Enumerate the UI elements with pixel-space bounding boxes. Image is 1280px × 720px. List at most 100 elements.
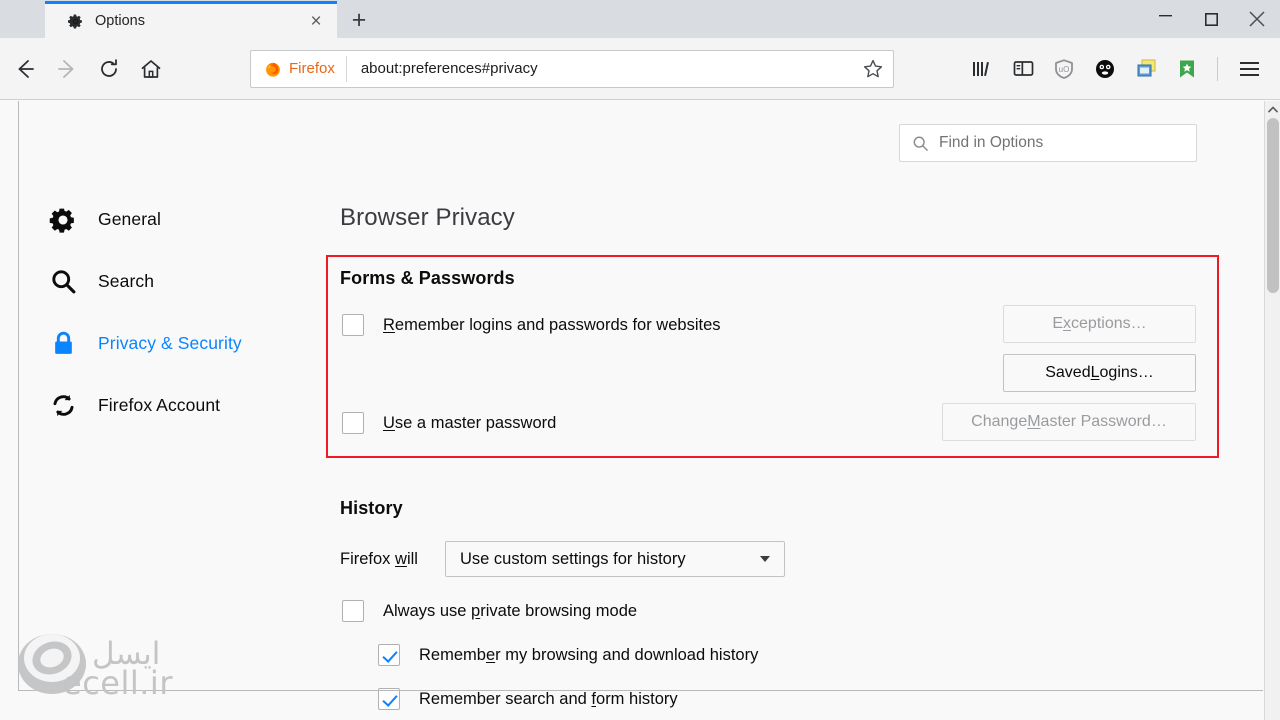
label-post: r my browsing and download history (495, 645, 759, 664)
sidebar-item-label: Firefox Account (98, 395, 221, 415)
back-button[interactable] (4, 48, 46, 90)
saved-logins-button[interactable]: Saved Logins… (1003, 354, 1196, 392)
firefox-window: Options × + Firefox about:preferences#pr… (0, 0, 1280, 720)
privacy-badger-icon[interactable] (1089, 53, 1121, 85)
preferences-sidebar: General Search Privacy & Security Firefo… (47, 197, 297, 445)
checkbox-remember-browsing-history[interactable]: Remember my browsing and download histor… (378, 644, 758, 666)
btn-pre: Saved (1045, 364, 1091, 381)
checkbox-label: Use a master password (383, 414, 556, 433)
checkbox-label: Remember search and form history (419, 690, 678, 709)
accesskey-char: w (395, 550, 407, 568)
minimize-button[interactable] (1142, 0, 1188, 38)
checkbox-box[interactable] (342, 600, 364, 622)
chevron-up-icon (1268, 106, 1278, 113)
menu-line-1 (1239, 61, 1259, 64)
accesskey-char: L (1090, 364, 1100, 381)
checkbox-label: Always use private browsing mode (383, 602, 637, 621)
identity-label: Firefox (289, 60, 335, 77)
history-heading: History (340, 498, 403, 518)
screenshot-icon[interactable] (1130, 53, 1162, 85)
new-tab-button[interactable]: + (339, 5, 379, 35)
accesskey-char: R (383, 315, 395, 334)
window-controls (1142, 0, 1280, 38)
window-close-button[interactable] (1234, 0, 1280, 38)
library-icon[interactable] (966, 53, 998, 85)
change-master-password-button[interactable]: Change Master Password… (942, 403, 1196, 441)
find-in-options-search[interactable] (899, 124, 1197, 162)
sidebar-item-label: Privacy & Security (98, 333, 242, 353)
screenshot-capture-icon (1137, 59, 1155, 77)
checkbox-remember-search-form-history[interactable]: Remember search and form history (378, 688, 678, 710)
scroll-up-button[interactable] (1265, 101, 1280, 118)
sidebar-item-general[interactable]: General (47, 197, 297, 242)
scrollbar-thumb[interactable] (1267, 118, 1279, 293)
url-text[interactable]: about:preferences#privacy (347, 60, 861, 77)
checkbox-label: Remember my browsing and download histor… (419, 646, 758, 665)
search-icon (47, 266, 79, 298)
forms-passwords-heading: Forms & Passwords (340, 268, 515, 288)
content-scrollbar[interactable] (1264, 101, 1280, 720)
close-icon[interactable]: × (303, 8, 329, 34)
forward-button[interactable] (46, 48, 88, 90)
maximize-button[interactable] (1188, 0, 1234, 38)
btn-post: ogins… (1099, 364, 1154, 381)
shield-icon: uO (1055, 58, 1073, 79)
accesskey-char: e (485, 645, 496, 664)
url-bar[interactable]: Firefox about:preferences#privacy (250, 49, 894, 88)
checkbox-box[interactable] (378, 688, 400, 710)
dropdown-selected-value: Use custom settings for history (460, 549, 686, 568)
label-rest: se a master password (394, 413, 557, 432)
svg-text:uO: uO (1059, 65, 1070, 74)
library-books-icon (973, 61, 989, 76)
badger-face-icon (1096, 59, 1114, 78)
sidebar-item-privacy-security[interactable]: Privacy & Security (47, 321, 297, 366)
tab-options[interactable]: Options × (45, 1, 337, 38)
window-frame-bottom-line (18, 690, 1263, 691)
checkbox-box[interactable] (342, 412, 364, 434)
menu-button[interactable] (1232, 53, 1266, 85)
sidebar-icon[interactable] (1007, 53, 1039, 85)
exceptions-button[interactable]: Ex ceptions… (1003, 305, 1196, 343)
history-mode-dropdown[interactable]: Use custom settings for history (445, 541, 785, 577)
checkbox-box[interactable] (378, 644, 400, 666)
checkbox-use-master-password[interactable]: Use a master password (342, 412, 556, 434)
label-post: rivate browsing mode (480, 601, 638, 620)
accesskey-char: p (471, 601, 481, 620)
reload-button[interactable] (88, 48, 130, 90)
gear-icon (47, 204, 79, 236)
gear-icon (67, 14, 82, 28)
sidebar-item-search[interactable]: Search (47, 259, 297, 304)
sidebar-item-firefox-account[interactable]: Firefox Account (47, 383, 297, 428)
label-pre: Remember search and (419, 689, 592, 708)
bookmark-star-icon[interactable] (861, 57, 885, 81)
back-arrow-icon (18, 59, 34, 78)
lock-icon (47, 328, 79, 360)
home-icon (141, 59, 161, 78)
checkbox-box[interactable] (342, 314, 364, 336)
accesskey-char: x (1063, 315, 1072, 332)
btn-post: ceptions… (1071, 315, 1147, 332)
home-button[interactable] (130, 48, 172, 90)
menu-line-2 (1239, 67, 1259, 70)
label-pre: Always use (383, 601, 472, 620)
gear-glyph (49, 208, 74, 233)
maximize-icon (1204, 12, 1218, 26)
sidebar-panel-icon (1013, 61, 1033, 76)
bookmark-ribbon-icon[interactable] (1171, 53, 1203, 85)
preferences-content: General Search Privacy (0, 101, 1268, 720)
checkbox-always-private-browsing[interactable]: Always use private browsing mode (342, 600, 637, 622)
tabbar-left-padding (0, 0, 45, 38)
search-input[interactable] (939, 134, 1196, 152)
magnifier-glyph (51, 270, 75, 294)
identity-box[interactable]: Firefox (251, 55, 347, 82)
checkbox-remember-logins[interactable]: Remember logins and passwords for websit… (342, 314, 721, 336)
chevron-down-icon (760, 556, 770, 562)
window-frame-left-line (18, 101, 19, 691)
btn-pre: Change (971, 413, 1028, 430)
label-pre: Rememb (419, 645, 486, 664)
padlock-glyph (54, 331, 72, 354)
sidebar-item-label: Search (98, 271, 155, 291)
ublock-origin-icon[interactable]: uO (1048, 53, 1080, 85)
firefox-will-label: Firefox will (340, 550, 418, 569)
label-post: orm history (596, 689, 678, 708)
